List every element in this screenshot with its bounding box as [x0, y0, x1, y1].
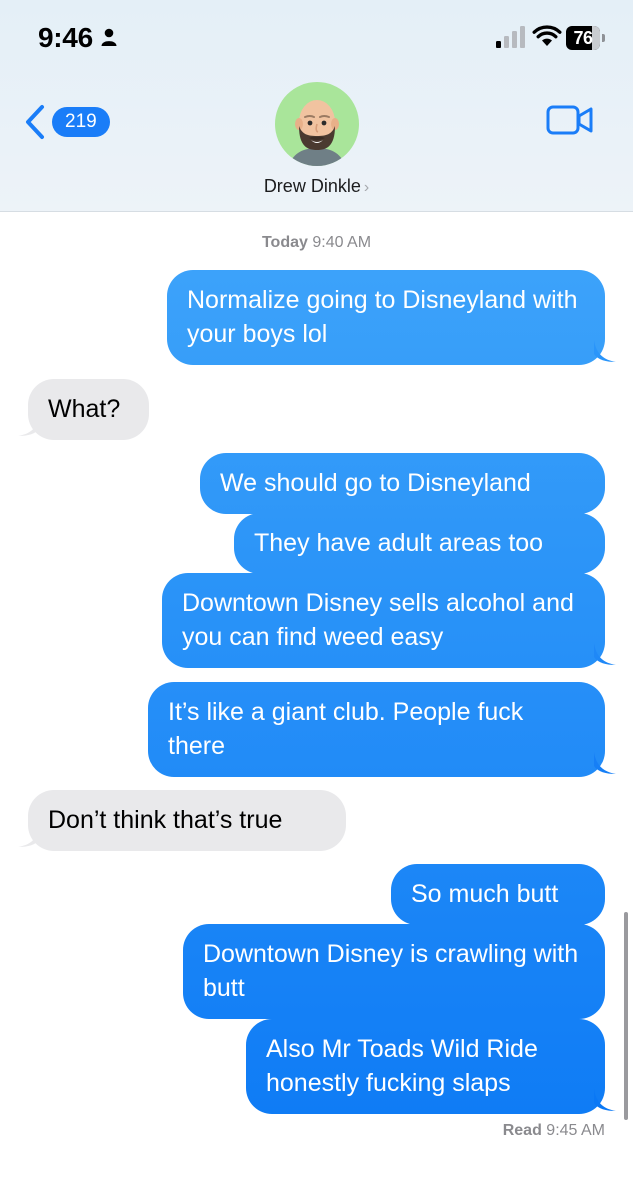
battery-icon: 76 — [566, 26, 606, 50]
wifi-icon — [532, 25, 562, 46]
sent-message-bubble[interactable]: We should go to Disneyland — [200, 453, 605, 514]
contact-name-label: Drew Dinkle — [263, 176, 361, 196]
bubble-tail — [594, 340, 616, 362]
timestamp-day: Today — [261, 234, 308, 251]
sent-message-bubble[interactable]: Downtown Disney sells alcohol and you ca… — [162, 573, 605, 668]
sent-message-bubble[interactable]: They have adult areas too — [234, 513, 605, 574]
bubble-tail — [594, 752, 616, 774]
sent-message-bubble[interactable]: Downtown Disney is crawling with butt — [183, 924, 605, 1019]
person-icon — [101, 28, 117, 46]
bubble-tail — [18, 825, 40, 847]
message-text: We should go to Disneyland — [220, 469, 531, 497]
message-text: Downtown Disney is crawling with butt — [203, 940, 579, 1002]
message-text: They have adult areas too — [254, 529, 544, 557]
message-text: Downtown Disney sells alcohol and you ca… — [182, 589, 574, 651]
chevron-right-icon: › — [363, 179, 370, 196]
bubble-tail — [18, 414, 40, 436]
back-button[interactable]: 219 — [24, 100, 110, 144]
avatar-image — [289, 100, 345, 166]
message-text: It’s like a giant club. People fuck ther… — [168, 698, 524, 760]
message-text: What? — [48, 395, 121, 423]
bubble-tail — [594, 1089, 616, 1111]
conversation-timestamp: Today 9:40 AM — [0, 234, 633, 252]
unread-count-badge: 219 — [52, 107, 110, 137]
message-text: So much butt — [411, 880, 559, 908]
received-message-bubble[interactable]: What? — [28, 379, 149, 440]
scrollbar[interactable] — [624, 912, 628, 1120]
message-text: Also Mr Toads Wild Ride honestly fucking… — [266, 1035, 538, 1097]
read-receipt: Read 9:45 AM — [503, 1122, 605, 1140]
read-label: Read — [502, 1122, 542, 1139]
sent-message-bubble[interactable]: So much butt — [391, 864, 605, 925]
battery-percent: 76 — [573, 28, 593, 48]
sent-message-bubble[interactable]: It’s like a giant club. People fuck ther… — [148, 682, 605, 777]
received-message-bubble[interactable]: Don’t think that’s true — [28, 790, 346, 851]
chevron-left-icon — [26, 105, 44, 139]
message-text: Normalize going to Disneyland with your … — [187, 286, 578, 348]
cellular-signal-icon — [496, 26, 525, 48]
message-text: Don’t think that’s true — [48, 806, 283, 834]
contact-name[interactable]: Drew Dinkle › — [0, 176, 633, 197]
bubble-tail — [594, 643, 616, 665]
memoji-avatar[interactable] — [275, 82, 359, 166]
status-time: 9:46 — [38, 22, 93, 53]
conversation-header: 9:46 76 219 Drew Dinkle › — [0, 0, 633, 212]
video-camera-icon[interactable] — [546, 104, 594, 136]
sent-message-bubble[interactable]: Normalize going to Disneyland with your … — [167, 270, 605, 365]
timestamp-time: 9:40 AM — [312, 234, 372, 251]
sent-message-bubble[interactable]: Also Mr Toads Wild Ride honestly fucking… — [246, 1019, 605, 1114]
read-time: 9:45 AM — [546, 1122, 605, 1139]
